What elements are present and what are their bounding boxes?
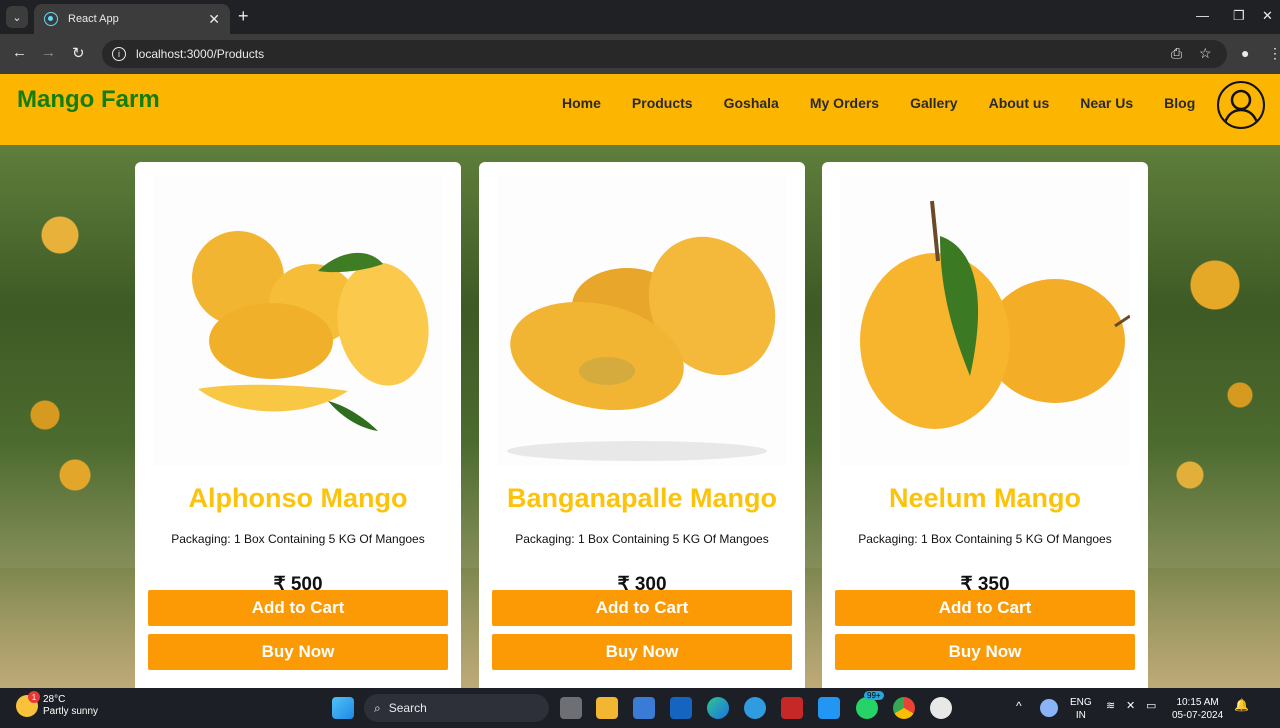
task-view-icon[interactable] — [560, 697, 582, 719]
notification-bell-icon[interactable]: 🔔 — [1234, 699, 1249, 712]
edge-browser-icon[interactable] — [707, 697, 729, 719]
browser-tab[interactable]: React App ✕ — [34, 4, 230, 34]
product-packaging: Packaging: 1 Box Containing 5 KG Of Mang… — [515, 532, 769, 546]
buy-now-button[interactable]: Buy Now — [492, 634, 792, 670]
product-card: Neelum Mango Packaging: 1 Box Containing… — [822, 162, 1148, 688]
close-window-button[interactable]: ✕ — [1262, 8, 1273, 24]
product-packaging: Packaging: 1 Box Containing 5 KG Of Mang… — [858, 532, 1112, 546]
nav-link-home[interactable]: Home — [562, 95, 601, 111]
clock-date: 05-07-2024 — [1172, 710, 1224, 721]
clock-time: 10:15 AM — [1176, 697, 1219, 708]
language-indicator[interactable]: ENG IN — [1070, 696, 1092, 722]
install-app-icon[interactable]: ⎙ — [1171, 45, 1182, 62]
onedrive-icon[interactable] — [1040, 699, 1058, 717]
main-nav: Home Products Goshala My Orders Gallery … — [562, 95, 1226, 111]
app-icon[interactable] — [670, 697, 692, 719]
chrome-icon[interactable] — [893, 697, 915, 719]
user-avatar-icon[interactable] — [1217, 81, 1265, 129]
react-favicon-icon — [44, 12, 58, 26]
product-name: Alphonso Mango — [188, 483, 408, 513]
vscode-icon[interactable] — [818, 697, 840, 719]
site-header: Mango Farm Home Products Goshala My Orde… — [0, 74, 1280, 145]
browser-menu-icon[interactable]: ⋮ — [1268, 45, 1280, 62]
weather-desc: Partly sunny — [43, 706, 99, 717]
search-icon: ⌕ — [374, 700, 381, 715]
browser-tabstrip: ⌄ React App ✕ + — ❐ ✕ — [0, 0, 1280, 34]
taskbar-search[interactable]: ⌕ Search — [364, 694, 549, 722]
address-bar[interactable]: i localhost:3000/Products — [102, 40, 1227, 68]
buy-now-button[interactable]: Buy Now — [835, 634, 1135, 670]
tab-search-menu-button[interactable]: ⌄ — [6, 6, 28, 28]
new-tab-button[interactable]: + — [238, 6, 249, 27]
add-to-cart-button[interactable]: Add to Cart — [835, 590, 1135, 626]
product-image-neelum — [840, 176, 1131, 466]
site-info-icon[interactable]: i — [112, 47, 126, 61]
minimize-window-button[interactable]: — — [1196, 8, 1209, 23]
volume-muted-icon[interactable]: ✕ — [1126, 700, 1135, 713]
weather-badge: 1 — [28, 691, 40, 703]
forward-button[interactable]: → — [41, 44, 56, 61]
product-image-banganapalle — [497, 176, 787, 466]
product-packaging: Packaging: 1 Box Containing 5 KG Of Mang… — [171, 532, 425, 546]
nav-link-about-us[interactable]: About us — [989, 95, 1050, 111]
products-page: Alphonso Mango Packaging: 1 Box Containi… — [0, 145, 1280, 688]
product-card: Alphonso Mango Packaging: 1 Box Containi… — [135, 162, 461, 688]
tab-close-icon[interactable]: ✕ — [208, 11, 220, 28]
nav-link-blog[interactable]: Blog — [1164, 95, 1195, 111]
bookmark-star-icon[interactable]: ☆ — [1199, 45, 1212, 62]
windows-taskbar: 1 28°C Partly sunny ⌕ Search 99+ ^ ENG I… — [0, 688, 1280, 728]
whatsapp-badge: 99+ — [864, 691, 884, 700]
profile-icon[interactable]: ● — [1241, 45, 1249, 61]
restore-window-button[interactable]: ❐ — [1233, 8, 1245, 24]
wifi-icon[interactable]: ≋ — [1106, 700, 1115, 713]
product-name: Neelum Mango — [888, 483, 1082, 513]
back-button[interactable]: ← — [12, 44, 27, 61]
tray-overflow-icon[interactable]: ^ — [1016, 700, 1022, 713]
partly-sunny-icon: 1 — [16, 691, 40, 717]
nav-link-near-us[interactable]: Near Us — [1080, 95, 1133, 111]
whatsapp-icon[interactable]: 99+ — [856, 691, 884, 719]
taskbar-search-label: Search — [388, 701, 427, 715]
nav-link-goshala[interactable]: Goshala — [724, 95, 779, 111]
clock[interactable]: 10:15 AM 05-07-2024 — [1172, 696, 1223, 722]
buy-now-button[interactable]: Buy Now — [148, 634, 448, 670]
address-url: localhost:3000/Products — [136, 47, 265, 61]
reload-button[interactable]: ↻ — [72, 44, 85, 62]
help-app-icon[interactable] — [744, 697, 766, 719]
mcafee-icon[interactable] — [781, 697, 803, 719]
file-explorer-icon[interactable] — [596, 697, 618, 719]
microsoft-store-icon[interactable] — [633, 697, 655, 719]
windows-start-icon[interactable] — [332, 697, 354, 719]
lang-line1: ENG — [1070, 697, 1092, 708]
nav-link-gallery[interactable]: Gallery — [910, 95, 957, 111]
lang-line2: IN — [1075, 710, 1086, 721]
add-to-cart-button[interactable]: Add to Cart — [492, 590, 792, 626]
add-to-cart-button[interactable]: Add to Cart — [148, 590, 448, 626]
product-image-alphonso — [153, 176, 443, 466]
mongodb-compass-icon[interactable] — [930, 697, 952, 719]
tab-title: React App — [68, 13, 119, 25]
brand-logo-text[interactable]: Mango Farm — [17, 86, 160, 114]
battery-icon[interactable]: ▭ — [1146, 700, 1156, 713]
product-name: Banganapalle Mango — [506, 483, 778, 513]
weather-widget[interactable]: 1 28°C Partly sunny — [16, 691, 99, 718]
nav-link-my-orders[interactable]: My Orders — [810, 95, 879, 111]
nav-link-products[interactable]: Products — [632, 95, 693, 111]
browser-toolbar: ← → ↻ i localhost:3000/Products — [0, 34, 1280, 74]
product-card: Banganapalle Mango Packaging: 1 Box Cont… — [479, 162, 805, 688]
weather-temp: 28°C — [43, 694, 66, 705]
